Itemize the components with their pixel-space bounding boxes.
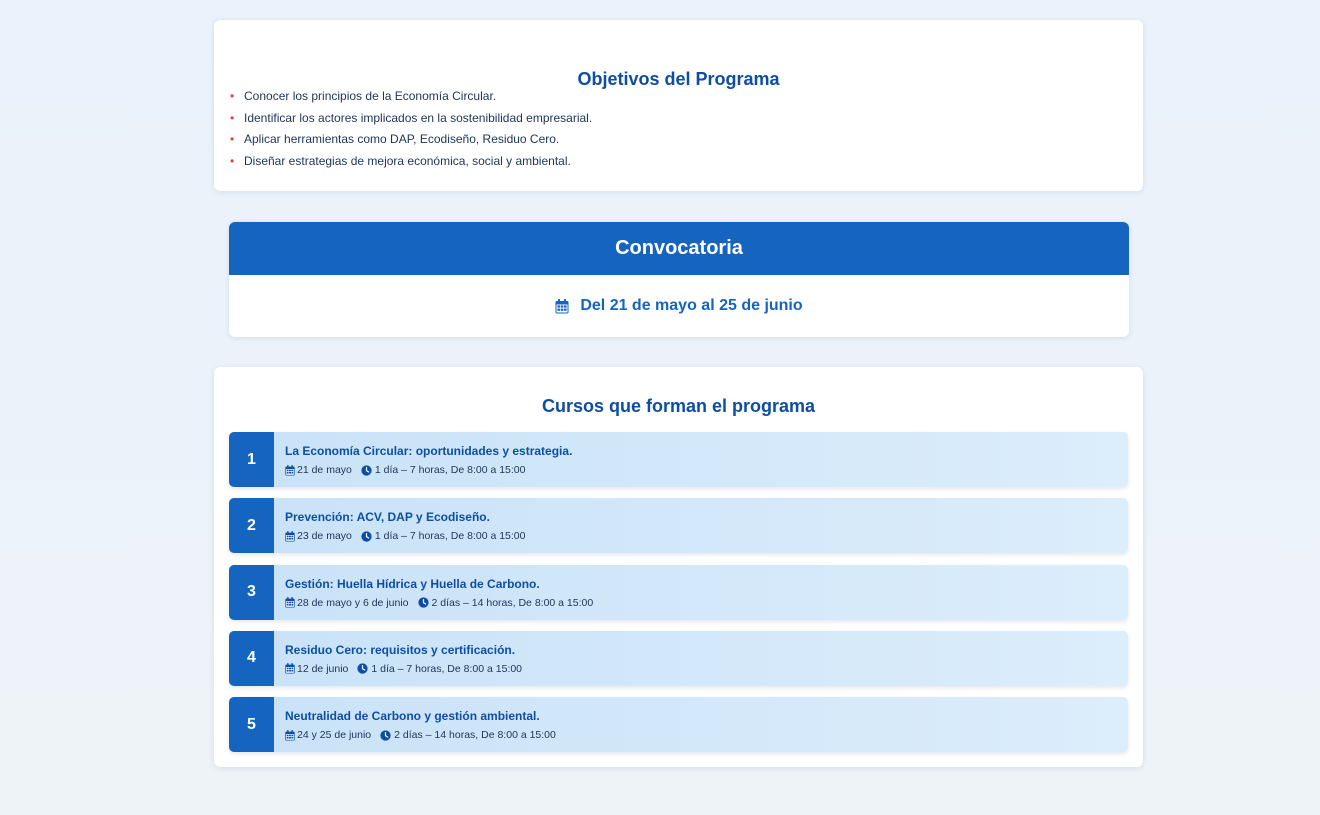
list-item: • Identificar los actores implicados en l… bbox=[228, 108, 592, 130]
course-meta: 12 de junio 1 día – 7 horas, De 8:00 a 1… bbox=[285, 663, 522, 675]
course-number: 1 bbox=[229, 432, 274, 487]
clock-icon bbox=[361, 464, 372, 476]
list-item: • Aplicar herramientas como DAP, Ecodiseñ… bbox=[228, 129, 592, 151]
calendar-icon bbox=[285, 464, 295, 475]
course-number: 5 bbox=[229, 697, 274, 752]
clock-icon bbox=[361, 531, 372, 542]
clock-icon bbox=[380, 729, 391, 741]
course-schedule: 1 día – 7 horas, De 8:00 a 15:00 bbox=[374, 464, 526, 476]
course-item: 3 Gestión: Huella Hídrica y Huella de Ca… bbox=[229, 564, 1128, 620]
course-item: 1 La Economía Circular: oportunidades y … bbox=[229, 432, 1128, 487]
objective-text: Conocer los principios de la Economía Ci… bbox=[244, 89, 497, 103]
course-date: 12 de junio bbox=[297, 662, 349, 675]
convocatoria-date-range: Del 21 de mayo al 25 de junio bbox=[580, 297, 803, 314]
course-schedule: 2 días – 14 horas, De 8:00 a 15:00 bbox=[431, 596, 594, 609]
course-number: 3 bbox=[229, 564, 274, 620]
courses-card: Cursos que forman el programa 1 La Econo… bbox=[214, 367, 1143, 767]
course-title: Prevención: ACV, DAP y Ecodiseño. bbox=[285, 510, 490, 525]
objective-text: Aplicar herramientas como DAP, Ecodiseño… bbox=[244, 132, 560, 147]
calendar-icon bbox=[555, 298, 569, 313]
course-item: 5 Neutralidad de Carbono y gestión ambie… bbox=[229, 697, 1128, 752]
course-schedule: 1 día – 7 horas, De 8:00 a 15:00 bbox=[371, 662, 522, 675]
convocatoria-header: Convocatoria bbox=[229, 222, 1129, 275]
bullet-icon: • bbox=[230, 154, 235, 169]
course-title: Neutralidad de Carbono y gestión ambient… bbox=[285, 709, 540, 723]
course-date: 23 de mayo bbox=[297, 530, 352, 543]
objectives-card: Objetivos del Programa • Conocer los prin… bbox=[214, 20, 1143, 191]
course-number: 4 bbox=[229, 630, 274, 686]
course-title: La Economía Circular: oportunidades y es… bbox=[285, 444, 573, 458]
course-item: 2 Prevención: ACV, DAP y Ecodiseño. 23 d… bbox=[229, 498, 1128, 554]
convocatoria-card: Convocatoria Del 21 de mayo al 25 de jun… bbox=[229, 222, 1129, 337]
course-title: Residuo Cero: requisitos y certificación… bbox=[285, 642, 516, 657]
courses-title: Cursos que forman el programa bbox=[541, 396, 816, 416]
clock-icon bbox=[417, 597, 429, 608]
course-date: 24 y 25 de junio bbox=[297, 729, 372, 741]
bullet-icon: • bbox=[230, 89, 235, 103]
list-item: • Conocer los principios de la Economía C… bbox=[228, 86, 592, 108]
course-schedule: 2 días – 14 horas, De 8:00 a 15:00 bbox=[394, 729, 556, 741]
convocatoria-title: Convocatoria bbox=[615, 237, 743, 259]
course-meta: 21 de mayo 1 día – 7 horas, De 8:00 a 15… bbox=[285, 464, 525, 476]
calendar-icon bbox=[285, 729, 295, 740]
course-date: 28 de mayo y 6 de junio bbox=[297, 596, 409, 609]
course-meta: 24 y 25 de junio 2 días – 14 horas, De 8… bbox=[285, 729, 556, 741]
list-item: • Diseñar estrategias de mejora económica… bbox=[228, 151, 592, 173]
calendar-icon bbox=[285, 597, 295, 608]
course-schedule: 1 día – 7 horas, De 8:00 a 15:00 bbox=[374, 530, 526, 543]
course-meta: 28 de mayo y 6 de junio 2 días – 14 hora… bbox=[285, 597, 593, 609]
course-meta: 23 de mayo 1 día – 7 horas, De 8:00 a 15… bbox=[285, 530, 525, 542]
course-date: 21 de mayo bbox=[297, 464, 352, 476]
objective-text: Diseñar estrategias de mejora económica,… bbox=[244, 154, 571, 169]
course-number: 2 bbox=[229, 498, 274, 554]
calendar-icon bbox=[285, 530, 295, 542]
bullet-icon: • bbox=[230, 132, 235, 147]
convocatoria-dates: Del 21 de mayo al 25 de junio bbox=[229, 275, 1129, 337]
clock-icon bbox=[357, 663, 369, 674]
bullet-icon: • bbox=[230, 110, 235, 125]
course-title: Gestión: Huella Hídrica y Huella de Carb… bbox=[285, 576, 540, 591]
calendar-icon bbox=[285, 663, 295, 674]
objectives-list: • Conocer los principios de la Economía C… bbox=[228, 86, 592, 173]
course-item: 4 Residuo Cero: requisitos y certificaci… bbox=[229, 630, 1128, 686]
objective-text: Identificar los actores implicados en la… bbox=[244, 110, 593, 125]
